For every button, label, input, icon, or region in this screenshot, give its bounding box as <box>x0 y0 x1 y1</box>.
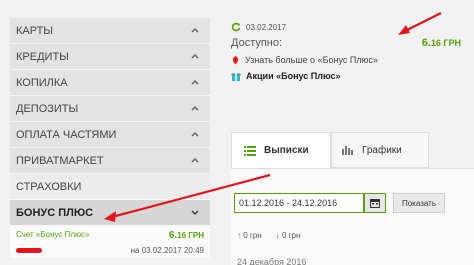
chevron-down-icon <box>191 210 199 216</box>
bonus-plus-page: КАРТЫ КРЕДИТЫ КОПИЛКА ДЕПОЗИТЫ ОПЛАТА ЧА… <box>0 0 474 265</box>
sidebar-item-label: ДЕПОЗИТЫ <box>16 102 79 115</box>
calendar-icon <box>370 199 380 208</box>
gift-icon <box>231 73 241 81</box>
tab-statements-label: Выписки <box>264 145 309 156</box>
totals-row: ↑ 0 грн ↓ 0 грн <box>237 231 300 240</box>
chevron-up-icon <box>191 131 199 137</box>
chevron-up-icon <box>191 27 199 33</box>
bonus-account-amount: 6.16 ГРН <box>168 230 204 241</box>
sidebar-item-label: КРЕДИТЫ <box>16 50 69 63</box>
chevron-up-icon <box>191 105 199 111</box>
tab-bar: Выписки Графики <box>231 132 474 168</box>
balance-label: Доступно: <box>231 37 283 49</box>
sidebar-item-piggybank[interactable]: КОПИЛКА <box>10 70 210 96</box>
show-button[interactable]: Показать <box>393 193 445 213</box>
redacted-card-number <box>16 248 42 253</box>
sidebar-item-insurance[interactable]: СТРАХОВКИ <box>10 174 210 200</box>
learn-more-label: Узнать больше о «Бонус Плюс» <box>245 55 378 65</box>
sidebar-item-credits[interactable]: КРЕДИТЫ <box>10 44 210 70</box>
sidebar-item-label: СТРАХОВКИ <box>16 180 82 193</box>
sidebar-item-label: БОНУС ПЛЮС <box>16 206 94 219</box>
promo-label: Акции «Бонус Плюс» <box>246 71 341 81</box>
bonus-account-timestamp: на 03.02.2017 20:49 <box>130 246 204 255</box>
chevron-up-icon <box>191 157 199 163</box>
date-range-input[interactable]: 01.12.2016 - 24.12.2016 <box>234 193 364 213</box>
sidebar-menu: КАРТЫ КРЕДИТЫ КОПИЛКА ДЕПОЗИТЫ ОПЛАТА ЧА… <box>10 18 210 265</box>
balance-value: 6.16 ГРН <box>421 37 461 49</box>
chevron-up-icon <box>191 79 199 85</box>
learn-more-link[interactable]: Узнать больше о «Бонус Плюс» <box>231 55 461 65</box>
list-icon <box>244 145 256 156</box>
bar-chart-icon <box>342 146 353 155</box>
sidebar-item-label: ПРИВАТМАРКЕТ <box>16 154 104 167</box>
sidebar-item-label: ОПЛАТА ЧАСТЯМИ <box>16 128 117 141</box>
chevron-up-icon <box>191 53 199 59</box>
sidebar-item-label: КАРТЫ <box>16 24 54 37</box>
tab-charts[interactable]: Графики <box>331 132 429 168</box>
sidebar-item-deposits[interactable]: ДЕПОЗИТЫ <box>10 96 210 122</box>
arrow-up-icon: ↑ <box>237 231 241 240</box>
sidebar-item-installments[interactable]: ОПЛАТА ЧАСТЯМИ <box>10 122 210 148</box>
promo-link[interactable]: Акции «Бонус Плюс» <box>231 71 461 81</box>
statements-panel: 01.12.2016 - 24.12.2016 Показать ↑ 0 грн… <box>231 168 474 265</box>
sidebar-item-privatmarket[interactable]: ПРИВАТМАРКЕТ <box>10 148 210 174</box>
arrow-down-icon: ↓ <box>275 231 280 240</box>
refresh-icon[interactable] <box>231 22 241 32</box>
day-header: 24 декабря 2016 <box>237 257 307 265</box>
tab-charts-label: Графики <box>362 144 402 156</box>
bonus-account-name[interactable]: Счет «Бонус Плюс» <box>16 230 90 241</box>
strawberry-icon <box>232 55 239 65</box>
tab-statements[interactable]: Выписки <box>231 132 331 168</box>
sidebar-item-cards[interactable]: КАРТЫ <box>10 18 210 44</box>
bonus-account-entry[interactable]: Счет «Бонус Плюс» 6.16 ГРН на 03.02.2017… <box>10 226 210 258</box>
calendar-button[interactable] <box>364 193 386 213</box>
income-total: ↑ 0 грн <box>237 231 262 240</box>
sidebar-item-label: КОПИЛКА <box>16 76 68 89</box>
bonus-info: 03.02.2017 Доступно: 6.16 ГРН Узнать бол… <box>231 22 461 81</box>
sidebar-item-bonus-plus[interactable]: БОНУС ПЛЮС <box>10 200 210 226</box>
balance-date: 03.02.2017 <box>246 22 287 32</box>
expense-total: ↓ 0 грн <box>275 231 301 240</box>
